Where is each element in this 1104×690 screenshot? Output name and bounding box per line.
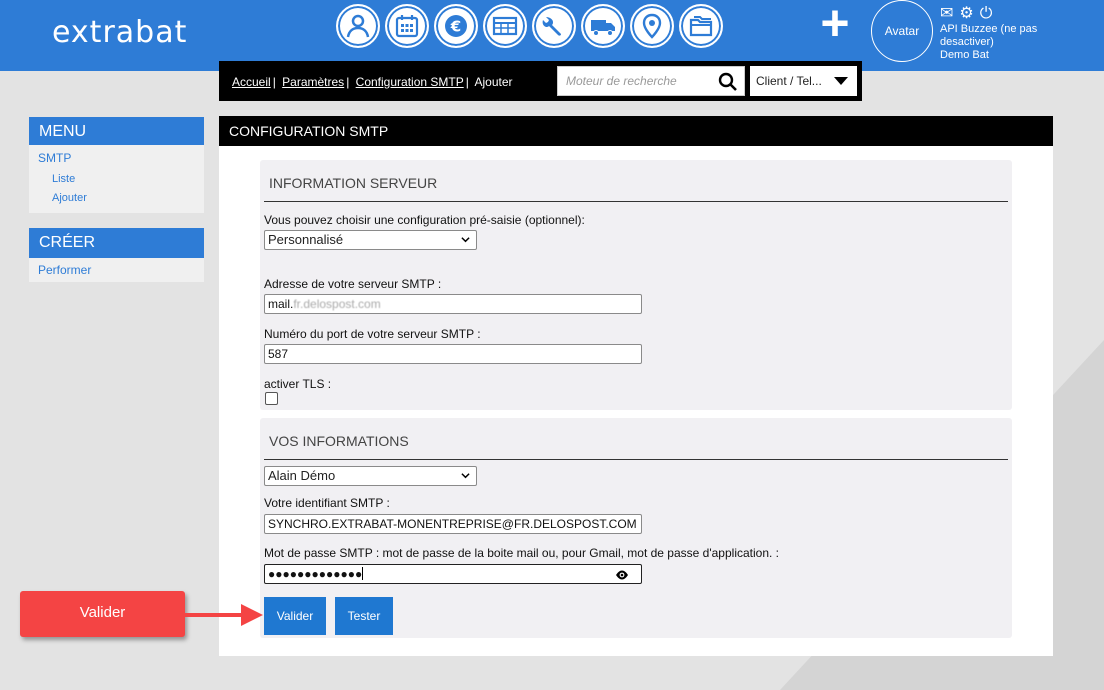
map-pin-icon[interactable] [630, 4, 674, 48]
preset-value: Personnalisé [268, 232, 344, 247]
eye-icon[interactable] [615, 569, 629, 581]
main-nav: € [336, 4, 723, 48]
text-cursor [362, 567, 364, 580]
mail-star-icon[interactable]: ✉ [940, 6, 953, 22]
sidebar-menu: MENU SMTP Liste Ajouter [29, 117, 204, 213]
user-icon[interactable] [336, 4, 380, 48]
sidebar-create: CRÉER Performer [29, 228, 204, 282]
chevron-down-icon [461, 473, 470, 479]
server-section: INFORMATION SERVEUR Vous pouvez choisir … [260, 160, 1012, 410]
preset-select[interactable]: Personnalisé [264, 230, 477, 250]
page-title: CONFIGURATION SMTP [219, 116, 1053, 146]
main-panel: INFORMATION SERVEUR Vous pouvez choisir … [219, 146, 1053, 656]
port-input[interactable]: 587 [264, 344, 642, 364]
chevron-down-icon [461, 237, 470, 243]
user-name: API Buzzee (ne pas desactiver) [940, 23, 1038, 48]
sidebar-item-liste[interactable]: Liste [29, 165, 204, 185]
search-box [557, 66, 745, 96]
breadcrumb-current: Ajouter [474, 75, 513, 89]
password-label: Mot de passe SMTP : mot de passe de la b… [264, 546, 780, 560]
sidebar-create-title: CRÉER [29, 228, 204, 258]
power-icon[interactable]: ⏻ [980, 6, 993, 22]
sidebar-item-smtp[interactable]: SMTP [29, 145, 204, 165]
arrow-right-icon [185, 604, 263, 626]
calendar-icon[interactable] [385, 4, 429, 48]
password-mask: ●●●●●●●●●●●●● [268, 567, 363, 581]
breadcrumb-bar: Accueil | Paramètres | Configuration SMTP |… [219, 61, 862, 101]
preset-label: Vous pouvez choisir une configuration pr… [264, 213, 585, 227]
info-section: VOS INFORMATIONS Alain Démo Votre identi… [260, 418, 1012, 638]
svg-text:€: € [450, 18, 461, 36]
table-icon[interactable] [483, 4, 527, 48]
folders-icon[interactable] [679, 4, 723, 48]
breadcrumb: Accueil | Paramètres | Configuration SMTP |… [232, 75, 513, 89]
gear-icon[interactable]: ⚙ [959, 6, 973, 22]
breadcrumb-accueil[interactable]: Accueil [232, 75, 271, 89]
host-value-blurred: fr.delospost.com [293, 297, 381, 311]
search-scope-value: Client / Tel... [756, 74, 822, 88]
avatar-label: Avatar [884, 24, 920, 38]
port-value: 587 [268, 347, 289, 361]
user-select[interactable]: Alain Démo [264, 466, 477, 486]
search-icon[interactable] [718, 72, 738, 92]
caret-down-icon [834, 77, 848, 85]
port-label: Numéro du port de votre serveur SMTP : [264, 327, 481, 341]
truck-icon[interactable] [581, 4, 625, 48]
tls-checkbox[interactable] [265, 392, 278, 405]
wrench-icon[interactable] [532, 4, 576, 48]
user-company: Demo Bat [940, 49, 989, 61]
user-box: ✉ ⚙ ⏻ API Buzzee (ne pas desactiver) Dem… [940, 5, 1050, 62]
sidebar-menu-title: MENU [29, 117, 204, 145]
search-input[interactable] [558, 67, 708, 95]
euro-icon[interactable]: € [434, 4, 478, 48]
avatar[interactable]: Avatar [871, 0, 933, 62]
app-logo[interactable]: extrabat [52, 15, 187, 50]
sidebar-item-performer[interactable]: Performer [29, 258, 204, 277]
login-input[interactable]: SYNCHRO.EXTRABAT-MONENTREPRISE@FR.DELOSP… [264, 514, 642, 534]
validate-callout: Valider [20, 591, 185, 637]
breadcrumb-parametres[interactable]: Paramètres [282, 75, 344, 89]
login-label: Votre identifiant SMTP : [264, 496, 390, 510]
password-input[interactable]: ●●●●●●●●●●●●● [264, 564, 642, 584]
host-label: Adresse de votre serveur SMTP : [264, 277, 442, 291]
validate-button[interactable]: Valider [264, 597, 326, 635]
host-value-prefix: mail. [268, 297, 294, 311]
user-select-value: Alain Démo [268, 468, 336, 483]
server-section-title: INFORMATION SERVEUR [264, 160, 1008, 202]
tls-label: activer TLS : [264, 377, 332, 391]
breadcrumb-configuration-smtp[interactable]: Configuration SMTP [356, 75, 464, 89]
search-scope-select[interactable]: Client / Tel... [750, 66, 857, 96]
host-input[interactable]: mail.fr.delospost.com [264, 294, 642, 314]
add-plus-icon[interactable]: + [814, 0, 856, 48]
login-value: SYNCHRO.EXTRABAT-MONENTREPRISE@FR.DELOSP… [268, 517, 637, 531]
sidebar-item-ajouter[interactable]: Ajouter [29, 185, 204, 204]
test-button[interactable]: Tester [335, 597, 393, 635]
info-section-title: VOS INFORMATIONS [264, 418, 1008, 460]
